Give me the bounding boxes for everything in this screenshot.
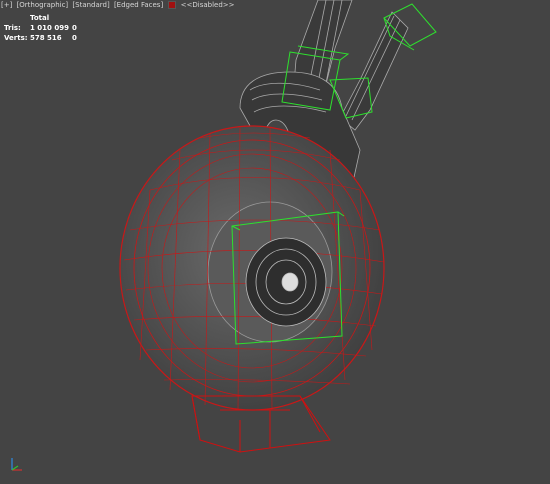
viewport-view-menu[interactable]: [Orthographic] bbox=[17, 0, 69, 10]
axis-gizmo-icon bbox=[11, 458, 22, 471]
viewport-edged-faces-menu[interactable]: [Edged Faces] bbox=[114, 0, 163, 10]
stats-header: Total bbox=[30, 14, 50, 22]
3d-viewport[interactable]: [+] [Orthographic] [Standard] [Edged Fac… bbox=[0, 0, 550, 484]
viewport-plus-menu[interactable]: [+] bbox=[1, 0, 12, 10]
viewport-shading-menu[interactable]: [Standard] bbox=[72, 0, 109, 10]
stats-value: 578 516 bbox=[30, 34, 62, 42]
stats-label: Tris: bbox=[4, 24, 21, 32]
viewport-disabled-menu[interactable]: <<Disabled>> bbox=[181, 0, 235, 10]
scene-canvas[interactable] bbox=[0, 0, 550, 484]
stats-label: Verts: bbox=[4, 34, 28, 42]
wheel-hub[interactable] bbox=[245, 237, 327, 327]
stats-selected-value: 0 bbox=[72, 34, 77, 42]
disabled-color-swatch-icon[interactable] bbox=[168, 1, 177, 9]
viewport-label-menu[interactable]: [+] [Orthographic] [Standard] [Edged Fac… bbox=[1, 0, 235, 10]
stats-value: 1 010 099 bbox=[30, 24, 69, 32]
stats-selected-value: 0 bbox=[72, 24, 77, 32]
